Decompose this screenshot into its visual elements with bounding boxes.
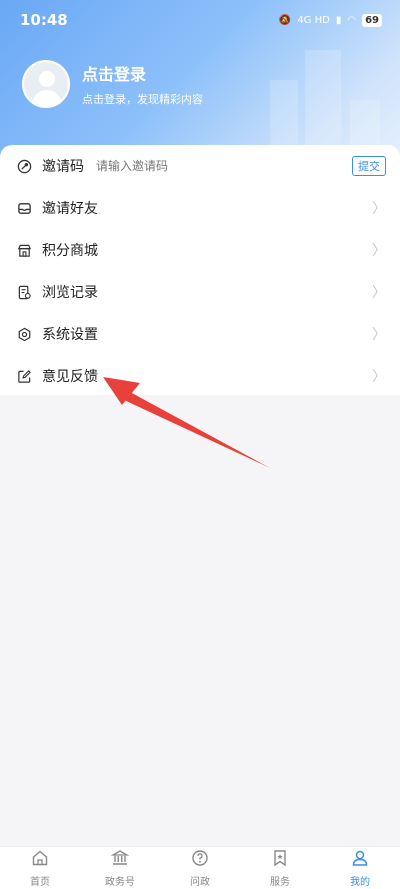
menu-item-label: 浏览记录 <box>42 285 98 301</box>
menu-item-label: 积分商城 <box>42 243 98 259</box>
bookmark-icon <box>271 849 289 871</box>
tab-label: 我的 <box>350 876 370 888</box>
invite-code-input[interactable] <box>96 159 296 173</box>
edit-icon <box>16 368 32 384</box>
menu-item-browse-history[interactable]: 浏览记录 〉 <box>0 271 400 313</box>
tab-label: 首页 <box>30 876 50 888</box>
menu-item-label: 系统设置 <box>42 327 98 343</box>
menu-item-system-settings[interactable]: 系统设置 〉 <box>0 313 400 355</box>
submit-button[interactable]: 提交 <box>352 156 386 176</box>
tab-mine[interactable]: 我的 <box>320 847 400 889</box>
menu-item-invite-friends[interactable]: 邀请好友 〉 <box>0 187 400 229</box>
chevron-right-icon: 〉 <box>372 201 386 217</box>
login-title[interactable]: 点击登录 <box>82 61 203 85</box>
government-icon <box>110 849 130 871</box>
settings-icon <box>16 326 32 342</box>
login-subtitle: 点击登录，发现精彩内容 <box>82 93 203 106</box>
wifi-icon: ◠ <box>347 14 357 26</box>
tab-home[interactable]: 首页 <box>0 847 80 889</box>
menu-card: 邀请码 提交 邀请好友 〉 积分商城 〉 浏览记录 〉 系统设置 〉 <box>0 145 400 395</box>
menu-item-points-mall[interactable]: 积分商城 〉 <box>0 229 400 271</box>
tab-service[interactable]: 服务 <box>240 847 320 889</box>
tab-label: 问政 <box>190 876 210 888</box>
signal-icon: ▮ <box>335 14 342 26</box>
tab-government[interactable]: 政务号 <box>80 847 160 889</box>
chevron-right-icon: 〉 <box>372 285 386 301</box>
chevron-right-icon: 〉 <box>372 327 386 343</box>
avatar[interactable] <box>22 60 70 108</box>
invite-code-label: 邀请码 <box>42 159 84 175</box>
tab-inquiry[interactable]: 问政 <box>160 847 240 889</box>
bottom-tab-bar: 首页 政务号 问政 服务 我的 <box>0 846 400 889</box>
invite-code-row: 邀请码 提交 <box>0 145 400 187</box>
inbox-icon <box>16 200 32 216</box>
menu-item-label: 邀请好友 <box>42 201 98 217</box>
chevron-right-icon: 〉 <box>372 243 386 259</box>
tab-label: 服务 <box>270 876 290 888</box>
key-icon <box>16 158 32 174</box>
tab-label: 政务号 <box>105 876 135 888</box>
menu-item-feedback[interactable]: 意见反馈 〉 <box>0 355 400 397</box>
question-icon <box>191 849 209 871</box>
battery-level: 69 <box>362 13 382 27</box>
mute-icon: 🔕 <box>278 14 292 26</box>
status-time: 10:48 <box>20 11 68 29</box>
status-bar: 10:48 🔕 4G HD ▮ ◠ 69 <box>0 0 400 40</box>
menu-item-label: 意见反馈 <box>42 369 98 385</box>
network-label: 4G HD <box>297 14 330 26</box>
history-icon <box>16 284 32 300</box>
chevron-right-icon: 〉 <box>372 369 386 385</box>
home-icon <box>31 849 49 871</box>
shop-icon <box>16 242 32 258</box>
status-icons: 🔕 4G HD ▮ ◠ 69 <box>278 13 382 27</box>
user-icon <box>351 849 369 871</box>
login-area[interactable]: 点击登录 点击登录，发现精彩内容 <box>22 60 203 108</box>
